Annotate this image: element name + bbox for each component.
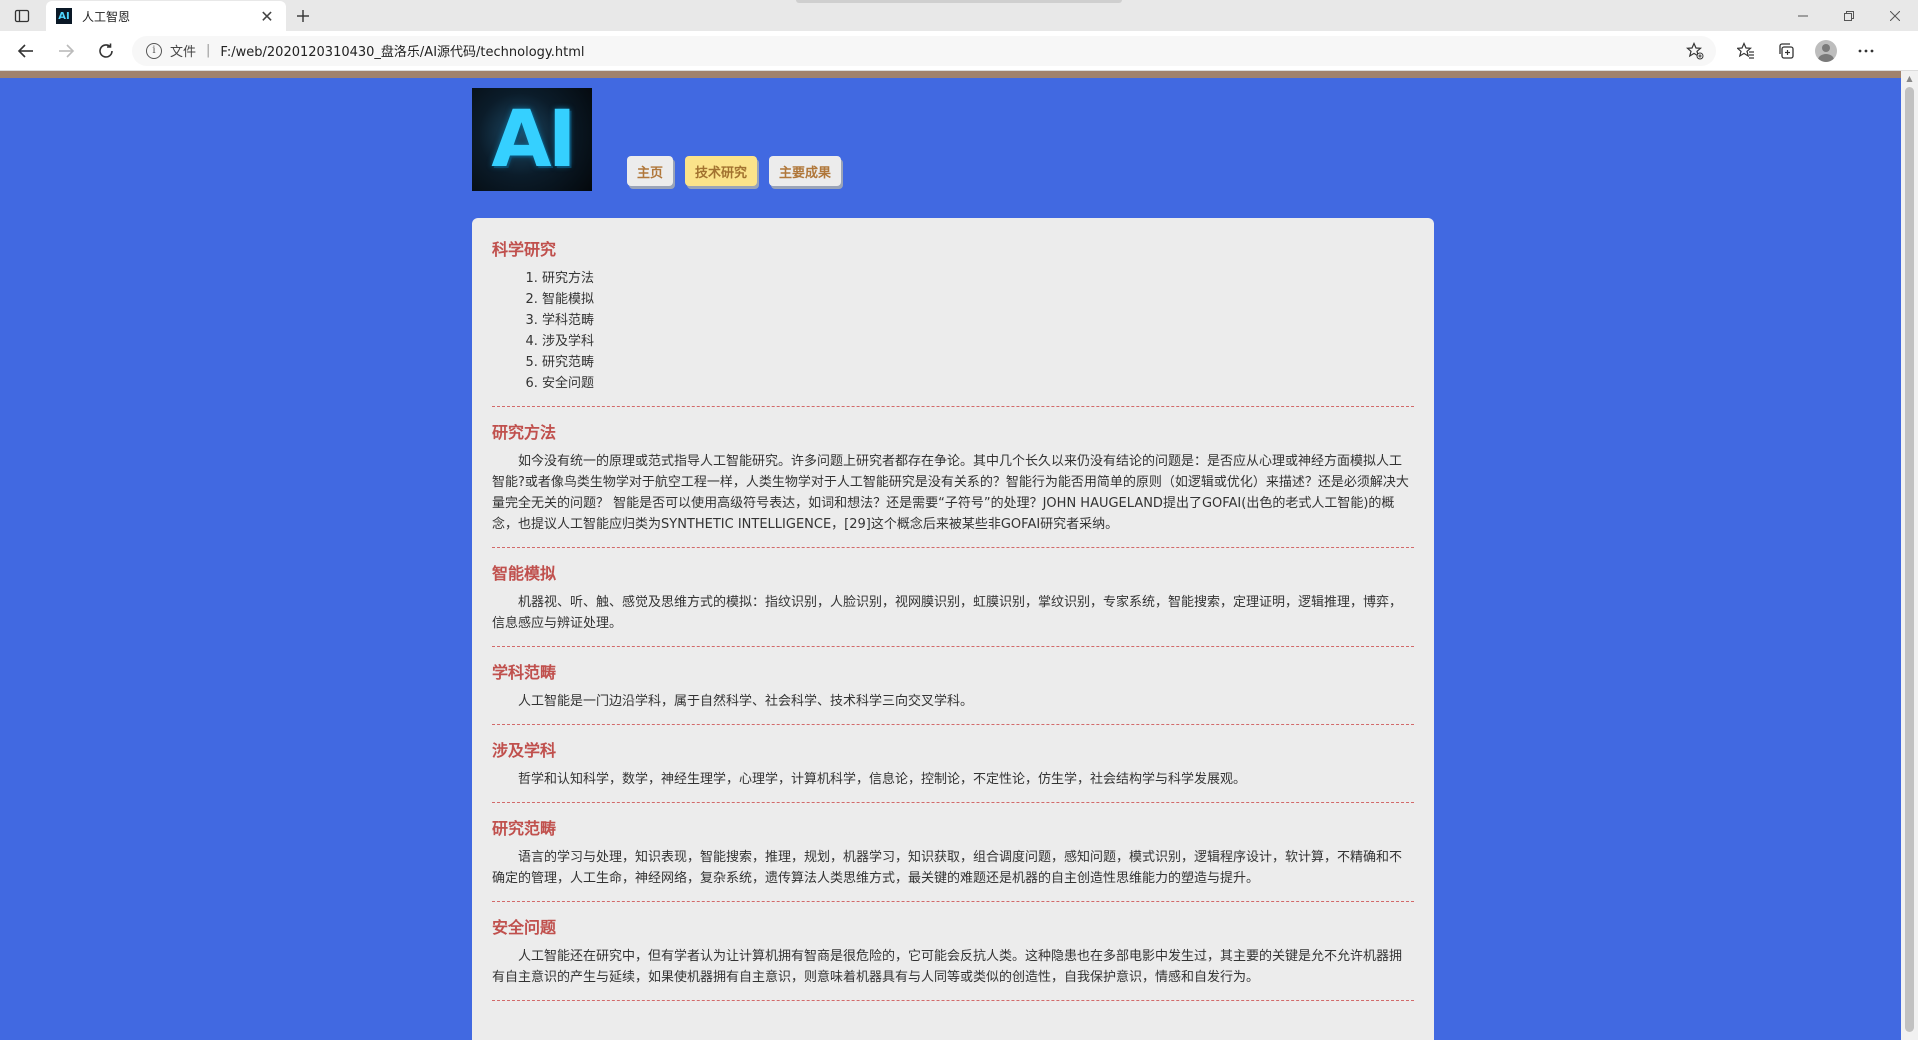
url-text[interactable]: F:/web/2020120310430_盘洛乐/AI源代码/technolog…: [220, 41, 1684, 60]
section-body: 人工智能还在研究中，但有学者认为让计算机拥有智商是很危险的，它可能会反抗人类。这…: [492, 949, 1403, 985]
url-separator: |: [206, 43, 211, 58]
browser-tab-active[interactable]: AI 人工智恩 ✕: [46, 1, 286, 31]
vertical-scrollbar[interactable]: ▲: [1901, 71, 1918, 1040]
top-decorative-strip: [0, 71, 1918, 78]
more-dots-icon: [1858, 49, 1874, 52]
arrow-left-icon: [17, 43, 33, 58]
toc-item[interactable]: 研究范畴: [542, 352, 1414, 373]
section-heading: 学科范畴: [492, 663, 557, 682]
tab-favicon-icon: AI: [56, 8, 72, 24]
close-icon: [1890, 10, 1900, 21]
minimize-button[interactable]: [1780, 0, 1826, 31]
section-heading: 智能模拟: [492, 564, 557, 583]
tab-close-icon[interactable]: ✕: [258, 7, 276, 26]
page-container: AI 主页 技术研究 主要成果 科学研究 研究方法 智能模拟 学科范畴 涉及学科…: [472, 88, 1434, 1040]
scroll-up-icon[interactable]: ▲: [1901, 71, 1918, 85]
collections-icon: [1779, 42, 1794, 59]
section-intelligent-simulation: 智能模拟 机器视、听、触、感觉及思维方式的模拟：指纹识别，人脸识别，视网膜识别，…: [492, 560, 1414, 647]
tab-title: 人工智恩: [82, 9, 131, 24]
section-body: 人工智能是一门边沿学科，属于自然科学、社会科学、技术科学三向交叉学科。: [518, 694, 974, 709]
section-related-disciplines: 涉及学科 哲学和认知科学，数学，神经生理学，心理学，计算机科学，信息论，控制论，…: [492, 737, 1414, 803]
window-drag-handle[interactable]: [796, 0, 1122, 3]
more-menu-button[interactable]: [1846, 35, 1886, 67]
tab-actions-icon: [14, 9, 30, 22]
toc-section: 科学研究 研究方法 智能模拟 学科范畴 涉及学科 研究范畴 安全问题: [492, 236, 1414, 407]
browser-titlebar: AI 人工智恩 ✕: [0, 0, 1918, 31]
section-heading: 研究范畴: [492, 819, 557, 838]
close-window-button[interactable]: [1872, 0, 1918, 31]
nav-technology-button[interactable]: 技术研究: [685, 156, 758, 186]
plus-icon: [297, 10, 309, 22]
forward-button[interactable]: [46, 35, 86, 67]
tab-actions-button[interactable]: [0, 0, 44, 31]
section-body: 哲学和认知科学，数学，神经生理学，心理学，计算机科学，信息论，控制论，不定性论，…: [518, 772, 1247, 787]
url-scheme-label: 文件: [170, 45, 197, 60]
toc-item[interactable]: 涉及学科: [542, 331, 1414, 352]
main-nav: 主页 技术研究 主要成果: [627, 156, 842, 186]
refresh-icon: [99, 43, 113, 58]
nav-home-button[interactable]: 主页: [627, 156, 674, 186]
favorites-button[interactable]: [1726, 35, 1766, 67]
address-bar[interactable]: i 文件 | F:/web/2020120310430_盘洛乐/AI源代码/te…: [132, 35, 1716, 66]
minimize-icon: [1798, 15, 1808, 16]
star-add-icon: [1686, 41, 1704, 59]
section-discipline-scope: 学科范畴 人工智能是一门边沿学科，属于自然科学、社会科学、技术科学三向交叉学科。: [492, 659, 1414, 725]
toolbar-right-actions: [1726, 35, 1886, 67]
page-viewport: AI 主页 技术研究 主要成果 科学研究 研究方法 智能模拟 学科范畴 涉及学科…: [0, 71, 1918, 1040]
content-panel: 科学研究 研究方法 智能模拟 学科范畴 涉及学科 研究范畴 安全问题 研究方法 …: [472, 218, 1434, 1040]
restore-icon: [1844, 10, 1854, 21]
toc-list: 研究方法 智能模拟 学科范畴 涉及学科 研究范畴 安全问题: [492, 268, 1414, 394]
section-body: 机器视、听、触、感觉及思维方式的模拟：指纹识别，人脸识别，视网膜识别，虹膜识别，…: [492, 595, 1403, 631]
section-heading: 安全问题: [492, 918, 557, 937]
toc-item[interactable]: 智能模拟: [542, 289, 1414, 310]
toc-item[interactable]: 研究方法: [542, 268, 1414, 289]
toc-heading: 科学研究: [492, 240, 557, 259]
add-favorite-button[interactable]: [1684, 40, 1706, 62]
back-button[interactable]: [6, 35, 46, 67]
new-tab-button[interactable]: [286, 1, 320, 31]
section-research-methods: 研究方法 如今没有统一的原理或范式指导人工智能研究。许多问题上研究者都存在争论。…: [492, 419, 1414, 548]
scrollbar-thumb[interactable]: [1905, 87, 1914, 1032]
section-heading: 研究方法: [492, 423, 557, 442]
logo-text: AI: [491, 94, 576, 185]
avatar: [1815, 39, 1837, 62]
nav-achievements-button[interactable]: 主要成果: [769, 156, 842, 186]
toc-item[interactable]: 安全问题: [542, 373, 1414, 394]
site-header: AI 主页 技术研究 主要成果: [472, 88, 1434, 200]
section-body: 如今没有统一的原理或范式指导人工智能研究。许多问题上研究者都存在争论。其中几个长…: [492, 454, 1409, 532]
restore-button[interactable]: [1826, 0, 1872, 31]
section-body: 语言的学习与处理，知识表现，智能搜索，推理，规划，机器学习，知识获取，组合调度问…: [492, 850, 1403, 886]
refresh-button[interactable]: [86, 35, 126, 67]
section-heading: 涉及学科: [492, 741, 557, 760]
favorites-list-icon: [1737, 41, 1754, 59]
browser-toolbar: i 文件 | F:/web/2020120310430_盘洛乐/AI源代码/te…: [0, 31, 1918, 71]
info-icon[interactable]: i: [146, 42, 162, 59]
site-logo: AI: [472, 88, 592, 191]
arrow-right-icon: [59, 43, 75, 58]
profile-button[interactable]: [1806, 35, 1846, 67]
section-safety-issues: 安全问题 人工智能还在研究中，但有学者认为让计算机拥有智商是很危险的，它可能会反…: [492, 914, 1414, 1001]
collections-button[interactable]: [1766, 35, 1806, 67]
toc-item[interactable]: 学科范畴: [542, 310, 1414, 331]
window-controls: [1780, 0, 1918, 31]
section-research-scope: 研究范畴 语言的学习与处理，知识表现，智能搜索，推理，规划，机器学习，知识获取，…: [492, 815, 1414, 902]
